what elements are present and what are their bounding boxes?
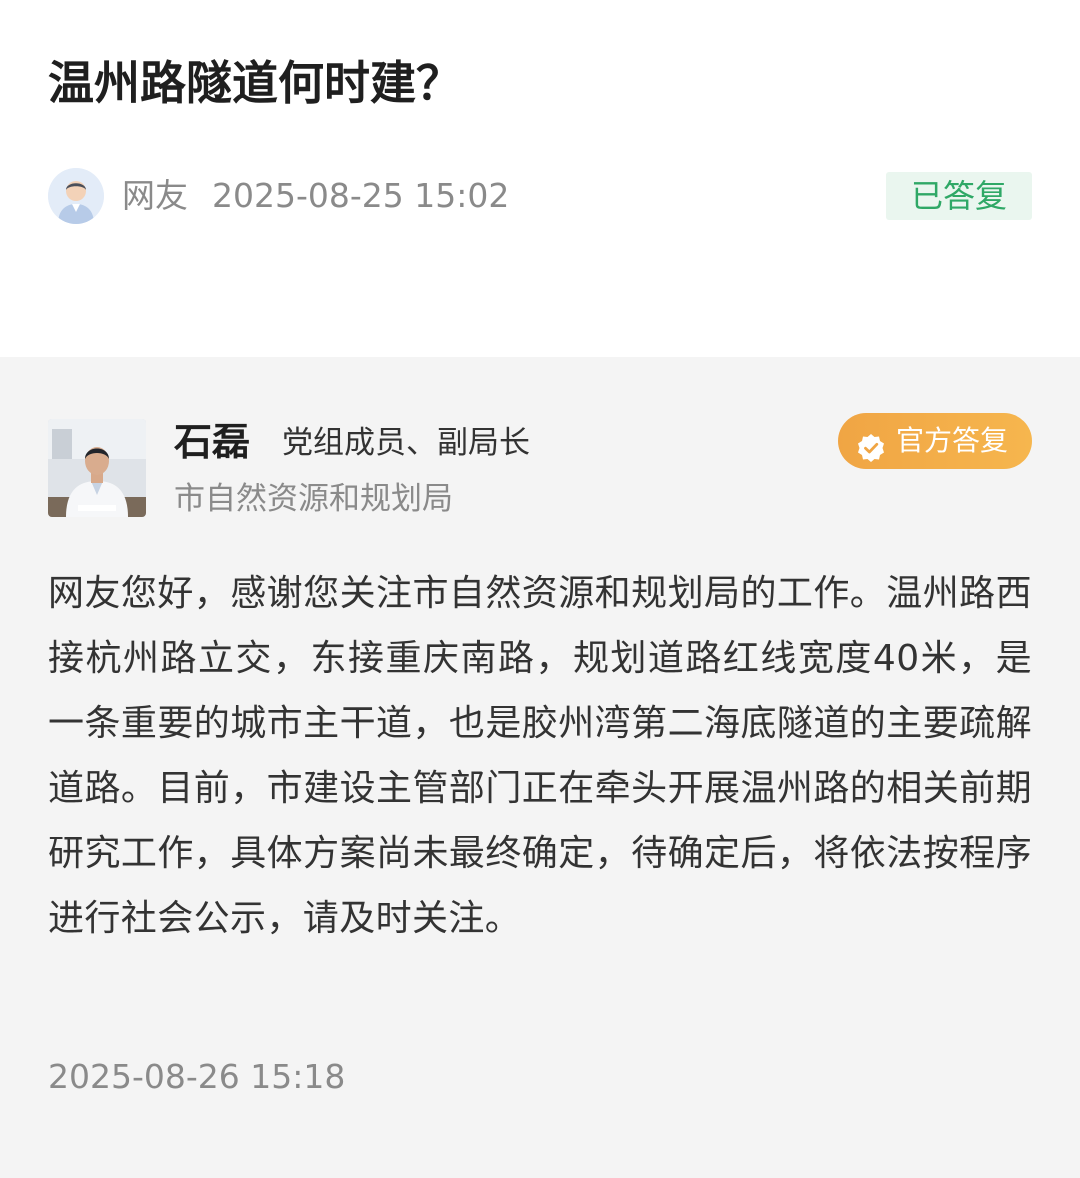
answerer-role: 党组成员、副局长 — [282, 425, 530, 461]
question-timestamp: 2025-08-25 15:02 — [212, 176, 510, 215]
answer-timestamp: 2025-08-26 15:18 — [48, 1057, 346, 1096]
verified-check-icon — [856, 426, 886, 462]
answer-content: 网友您好，感谢您关注市自然资源和规划局的工作。温州路西接杭州路立交，东接重庆南路… — [48, 573, 1032, 939]
question-section: 温州路隧道何时建？ 网友 2025-08-25 15:02 已答复 — [0, 0, 1080, 357]
answerer-name: 石磊 — [174, 420, 251, 464]
answerer-department: 市自然资源和规划局 — [174, 481, 453, 517]
answer-section: 石磊 党组成员、副局长 市自然资源和规划局 官方答复 网友您好，感谢您关注市自然… — [0, 357, 1080, 1178]
status-badge: 已答复 — [886, 172, 1032, 220]
asker-name: 网友 — [122, 176, 188, 215]
asker-info: 网友 2025-08-25 15:02 已答复 — [48, 168, 1032, 224]
official-reply-label: 官方答复 — [896, 424, 1009, 457]
user-avatar-icon — [48, 168, 104, 224]
official-reply-badge: 官方答复 — [838, 413, 1032, 469]
answerer-photo — [48, 419, 146, 517]
question-title: 温州路隧道何时建？ — [48, 56, 462, 110]
